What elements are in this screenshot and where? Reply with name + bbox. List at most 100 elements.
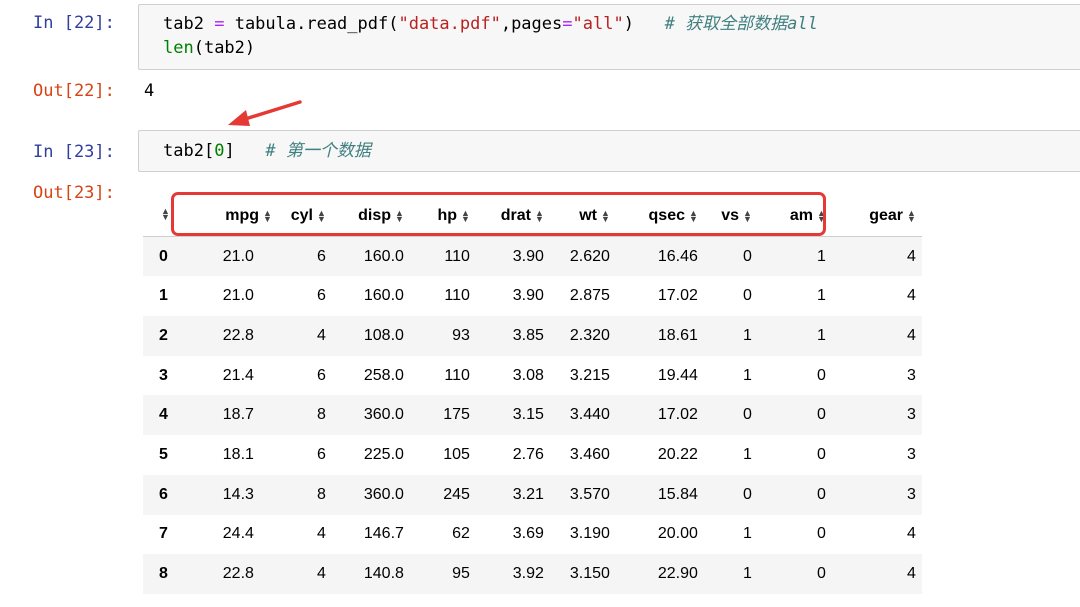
- code-token: ]: [224, 141, 235, 161]
- table-cell-vs: 1: [743, 445, 752, 463]
- column-header-vs[interactable]: vs ▲ ▼: [703, 196, 758, 237]
- code-token: tab2[: [163, 141, 215, 161]
- table-cell-am: 0: [817, 485, 826, 503]
- table-cell-cyl: 8: [317, 485, 326, 503]
- table-cell-wt: 3.150: [569, 565, 610, 583]
- code-token: 0: [214, 141, 225, 161]
- sort-icon: ▲ ▼: [161, 205, 170, 222]
- table-cell-vs: 0: [743, 485, 752, 503]
- table-cell-hp: 62: [452, 525, 470, 543]
- table-cell-disp: 360.0: [363, 485, 404, 503]
- table-cell-drat: 3.15: [512, 406, 544, 424]
- table-row: 1 21.0 6 160.0 110 3.90 2.875 17.02 0 1 4: [143, 276, 922, 316]
- table-cell-wt: 3.215: [569, 366, 610, 384]
- table-cell-gear: 3: [907, 406, 916, 424]
- table-cell-drat: 3.08: [512, 366, 544, 384]
- table-cell-vs: 1: [743, 565, 752, 583]
- column-header-gear[interactable]: gear ▲ ▼: [831, 196, 922, 237]
- table-cell-qsec: 17.02: [657, 406, 698, 424]
- code-comment: # 第一个数据: [265, 141, 371, 161]
- out-prompt-23: Out[23]:: [33, 183, 115, 203]
- table-cell-vs: 0: [743, 287, 752, 305]
- row-index: 4: [159, 406, 168, 424]
- table-cell-mpg: 18.1: [222, 445, 254, 463]
- dataframe-table: ▲ ▼ mpg ▲ ▼ cyl ▲ ▼ disp ▲ ▼ hp ▲ ▼ drat ▲ ▼ wt ▲ ▼ qsec ▲ ▼ v…: [143, 196, 922, 594]
- column-header-label: cyl: [290, 206, 313, 224]
- row-index: 7: [159, 525, 168, 543]
- header-row: ▲ ▼ mpg ▲ ▼ cyl ▲ ▼ disp ▲ ▼ hp ▲ ▼ drat ▲ ▼ wt ▲ ▼ qsec ▲ ▼ v…: [143, 196, 922, 237]
- column-header-wt[interactable]: wt ▲ ▼: [549, 196, 616, 237]
- table-cell-qsec: 22.90: [657, 565, 698, 583]
- table-cell-drat: 3.85: [512, 326, 544, 344]
- table-cell-wt: 3.460: [569, 445, 610, 463]
- table-cell-drat: 3.92: [512, 565, 544, 583]
- code-token: "data.pdf": [398, 14, 501, 34]
- table-cell-disp: 225.0: [363, 445, 404, 463]
- table-cell-gear: 3: [907, 485, 916, 503]
- table-row: 3 21.4 6 258.0 110 3.08 3.215 19.44 1 0 3: [143, 356, 922, 396]
- table-cell-disp: 258.0: [363, 366, 404, 384]
- table-cell-gear: 4: [907, 565, 916, 583]
- column-header-mpg[interactable]: mpg ▲ ▼: [179, 196, 278, 237]
- sort-icon: ▲ ▼: [817, 207, 826, 224]
- code-token: ,pages: [500, 14, 563, 34]
- code-token: ): [623, 14, 634, 34]
- table-cell-gear: 3: [907, 366, 916, 384]
- table-cell-gear: 4: [907, 287, 916, 305]
- table-cell-cyl: 4: [317, 326, 326, 344]
- code-token: "all": [572, 14, 624, 34]
- sort-icon: ▲ ▼: [689, 207, 698, 224]
- column-header-qsec[interactable]: qsec ▲ ▼: [615, 196, 704, 237]
- table-cell-qsec: 15.84: [657, 485, 698, 503]
- column-header-label: qsec: [648, 206, 685, 224]
- table-cell-drat: 3.21: [512, 485, 544, 503]
- in-prompt-23: In [23]:: [33, 142, 115, 162]
- table-cell-hp: 175: [443, 406, 470, 424]
- sort-icon: ▲ ▼: [461, 207, 470, 224]
- table-cell-cyl: 6: [317, 287, 326, 305]
- sort-icon: ▲ ▼: [601, 207, 610, 224]
- index-header[interactable]: ▲ ▼: [143, 196, 180, 237]
- code-line-23-1: tab2[0] # 第一个数据: [163, 139, 371, 163]
- table-cell-hp: 93: [452, 326, 470, 344]
- sort-icon: ▲ ▼: [743, 207, 752, 224]
- table-cell-qsec: 19.44: [657, 366, 698, 384]
- column-header-hp[interactable]: hp ▲ ▼: [409, 196, 476, 237]
- table-cell-gear: 4: [907, 326, 916, 344]
- table-cell-am: 0: [817, 445, 826, 463]
- table-cell-vs: 1: [743, 366, 752, 384]
- table-cell-mpg: 18.7: [222, 406, 254, 424]
- column-header-label: am: [789, 206, 813, 224]
- column-header-label: disp: [358, 206, 391, 224]
- table-cell-drat: 3.69: [512, 525, 544, 543]
- table-cell-wt: 3.190: [569, 525, 610, 543]
- column-header-disp[interactable]: disp ▲ ▼: [331, 196, 410, 237]
- table-cell-vs: 1: [743, 525, 752, 543]
- table-cell-wt: 2.875: [569, 287, 610, 305]
- table-cell-cyl: 4: [317, 525, 326, 543]
- table-cell-am: 0: [817, 366, 826, 384]
- code-token: =: [214, 14, 225, 34]
- table-cell-mpg: 22.8: [222, 565, 254, 583]
- sort-icon: ▲ ▼: [535, 207, 544, 224]
- column-header-am[interactable]: am ▲ ▼: [757, 196, 832, 237]
- table-cell-disp: 108.0: [363, 326, 404, 344]
- column-header-label: hp: [437, 206, 457, 224]
- column-header-drat[interactable]: drat ▲ ▼: [475, 196, 550, 237]
- table-cell-disp: 360.0: [363, 406, 404, 424]
- table-row: 2 22.8 4 108.0 93 3.85 2.320 18.61 1 1 4: [143, 316, 922, 356]
- table-cell-cyl: 8: [317, 406, 326, 424]
- sort-icon: ▲ ▼: [907, 207, 916, 224]
- code-line-22-1: tab2 = tabula.read_pdf("data.pdf",pages=…: [163, 12, 818, 36]
- column-header-label: wt: [579, 206, 597, 224]
- annotation-arrow-icon: [228, 100, 302, 126]
- table-cell-am: 0: [817, 565, 826, 583]
- column-header-cyl[interactable]: cyl ▲ ▼: [277, 196, 332, 237]
- in-prompt-22: In [22]:: [33, 13, 115, 33]
- sort-icon: ▲ ▼: [263, 207, 272, 224]
- code-comment: # 获取全部数据all: [664, 14, 818, 34]
- table-cell-cyl: 6: [317, 366, 326, 384]
- table-cell-mpg: 21.4: [222, 366, 254, 384]
- table-cell-hp: 110: [444, 287, 470, 305]
- table-cell-qsec: 18.61: [657, 326, 698, 344]
